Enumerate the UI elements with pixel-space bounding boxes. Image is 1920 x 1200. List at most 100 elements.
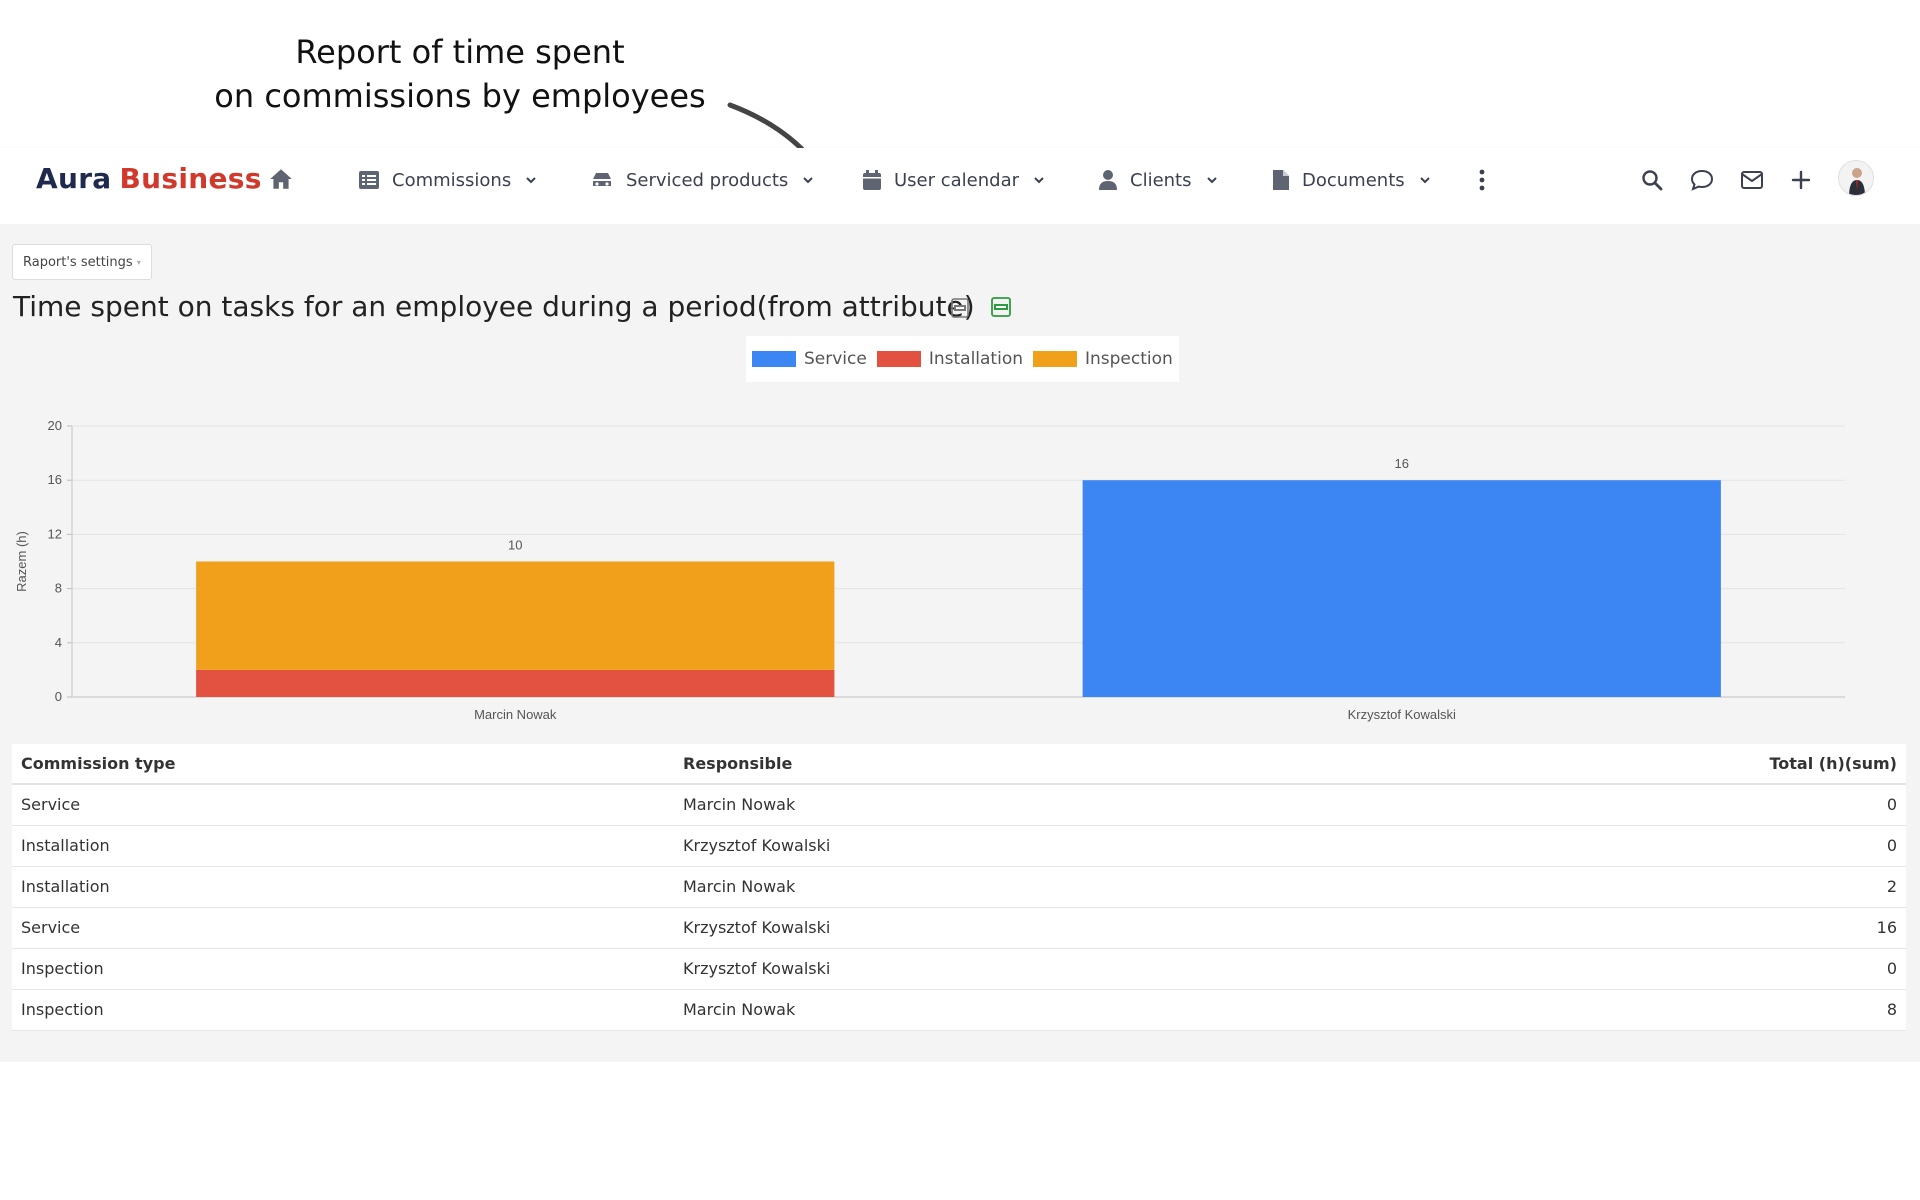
list-icon bbox=[359, 171, 379, 189]
chevron-down-icon bbox=[1206, 177, 1217, 184]
cell-commission-type: Installation bbox=[12, 866, 674, 908]
nav-documents-label: Documents bbox=[1302, 169, 1405, 191]
table-header-row: Commission type Responsible Total (h)(su… bbox=[12, 744, 1906, 785]
table-row: Inspection Marcin Nowak 8 bbox=[12, 989, 1906, 1031]
nav-clients-label: Clients bbox=[1130, 169, 1192, 191]
y-tick-label: 16 bbox=[48, 472, 62, 487]
car-icon bbox=[593, 173, 611, 186]
report-settings-button[interactable]: Raport's settings ▾ bbox=[12, 244, 152, 280]
legend-label-installation: Installation bbox=[928, 349, 1023, 369]
cell-total: 8 bbox=[1329, 989, 1906, 1031]
nav-user-calendar[interactable]: User calendar bbox=[862, 166, 1045, 194]
y-tick-label: 8 bbox=[55, 581, 62, 596]
cell-commission-type: Inspection bbox=[12, 989, 674, 1031]
nav-documents[interactable]: Documents bbox=[1272, 166, 1431, 194]
app-logo[interactable]: Aura Business bbox=[36, 162, 262, 195]
search-button[interactable] bbox=[1638, 166, 1666, 194]
more-menu-button[interactable] bbox=[1468, 166, 1496, 194]
caret-down-icon: ▾ bbox=[136, 257, 141, 267]
report-title: Time spent on tasks for an employee duri… bbox=[13, 290, 975, 323]
report-table: Commission type Responsible Total (h)(su… bbox=[12, 744, 1906, 1031]
chat-button[interactable] bbox=[1688, 166, 1716, 194]
bar-service bbox=[1082, 480, 1721, 697]
chart-legend: Service Installation Inspection bbox=[746, 336, 1179, 382]
chevron-down-icon bbox=[803, 177, 813, 184]
chat-icon bbox=[1690, 169, 1714, 191]
legend-swatch-service bbox=[752, 351, 796, 367]
pdf-export-icon[interactable] bbox=[950, 298, 970, 318]
column-header-total[interactable]: Total (h)(sum) bbox=[1329, 744, 1906, 785]
annotation: Report of time spent on commissions by e… bbox=[200, 30, 720, 118]
legend-item-inspection[interactable]: Inspection bbox=[1033, 349, 1173, 369]
cell-commission-type: Service bbox=[12, 907, 674, 949]
y-axis-label: Razem (h) bbox=[14, 531, 29, 592]
home-icon[interactable] bbox=[268, 166, 294, 192]
y-tick-label: 4 bbox=[55, 635, 62, 650]
bar-inspection bbox=[196, 561, 835, 670]
nav-serviced-products-label: Serviced products bbox=[626, 169, 789, 191]
cell-total: 2 bbox=[1329, 866, 1906, 908]
cell-total: 0 bbox=[1329, 948, 1906, 990]
x-category-label: Krzysztof Kowalski bbox=[1348, 707, 1456, 722]
cell-commission-type: Installation bbox=[12, 825, 674, 867]
cell-responsible: Krzysztof Kowalski bbox=[674, 907, 1330, 949]
plus-icon bbox=[1791, 170, 1811, 190]
cell-commission-type: Inspection bbox=[12, 948, 674, 990]
y-tick-label: 12 bbox=[48, 526, 62, 541]
user-icon bbox=[1099, 170, 1117, 190]
cell-commission-type: Service bbox=[12, 784, 674, 826]
cell-responsible: Marcin Nowak bbox=[674, 866, 1330, 908]
report-content: Raport's settings ▾ Time spent on tasks … bbox=[0, 224, 1920, 1062]
bar-total-label: 16 bbox=[1395, 456, 1409, 471]
legend-label-service: Service bbox=[804, 349, 867, 369]
nav-commissions-label: Commissions bbox=[392, 169, 512, 191]
chevron-down-icon bbox=[526, 177, 536, 184]
legend-swatch-inspection bbox=[1033, 351, 1077, 367]
add-button[interactable] bbox=[1787, 166, 1815, 194]
search-icon bbox=[1642, 170, 1663, 191]
logo-part-2: Business bbox=[119, 162, 262, 195]
table-row: Service Krzysztof Kowalski 16 bbox=[12, 907, 1906, 949]
nav-serviced-products[interactable]: Serviced products bbox=[590, 166, 814, 194]
column-header-commission-type[interactable]: Commission type bbox=[12, 744, 674, 785]
cell-total: 16 bbox=[1329, 907, 1906, 949]
cell-responsible: Marcin Nowak bbox=[674, 784, 1330, 826]
cell-total: 0 bbox=[1329, 825, 1906, 867]
x-category-label: Marcin Nowak bbox=[474, 707, 557, 722]
nav-user-calendar-label: User calendar bbox=[894, 169, 1020, 191]
calendar-icon bbox=[863, 170, 881, 190]
cell-responsible: Marcin Nowak bbox=[674, 989, 1330, 1031]
annotation-line-1: Report of time spent bbox=[295, 33, 625, 71]
table-row: Inspection Krzysztof Kowalski 0 bbox=[12, 948, 1906, 990]
cell-responsible: Krzysztof Kowalski bbox=[674, 825, 1330, 867]
nav-commissions[interactable]: Commissions bbox=[358, 166, 537, 194]
logo-part-1: Aura bbox=[36, 162, 112, 195]
cell-responsible: Krzysztof Kowalski bbox=[674, 948, 1330, 990]
y-tick-label: 0 bbox=[55, 689, 62, 704]
column-header-responsible[interactable]: Responsible bbox=[674, 744, 1330, 785]
excel-export-icon[interactable] bbox=[990, 296, 1012, 318]
chevron-down-icon bbox=[1034, 177, 1044, 184]
nav-clients[interactable]: Clients bbox=[1098, 166, 1218, 194]
legend-label-inspection: Inspection bbox=[1085, 349, 1173, 369]
y-tick-label: 20 bbox=[48, 418, 62, 433]
legend-item-installation[interactable]: Installation bbox=[876, 349, 1023, 369]
bar-total-label: 10 bbox=[508, 538, 522, 553]
table-row: Installation Marcin Nowak 2 bbox=[12, 866, 1906, 908]
avatar-image bbox=[1839, 161, 1873, 195]
table-row: Service Marcin Nowak 0 bbox=[12, 784, 1906, 826]
report-settings-label: Raport's settings bbox=[23, 254, 133, 270]
table-row: Installation Krzysztof Kowalski 0 bbox=[12, 825, 1906, 867]
avatar[interactable] bbox=[1838, 160, 1874, 196]
legend-item-service[interactable]: Service bbox=[752, 349, 867, 369]
legend-swatch-installation bbox=[876, 351, 921, 367]
mail-icon bbox=[1741, 171, 1763, 189]
top-navbar: Aura Business Commissions Serviced produc… bbox=[0, 148, 1920, 224]
file-icon bbox=[1273, 170, 1289, 190]
bar-installation bbox=[196, 669, 835, 697]
annotation-line-2: on commissions by employees bbox=[214, 77, 706, 115]
more-vertical-icon bbox=[1479, 169, 1485, 191]
mail-button[interactable] bbox=[1738, 166, 1766, 194]
chevron-down-icon bbox=[1419, 177, 1430, 184]
cell-total: 0 bbox=[1329, 784, 1906, 826]
